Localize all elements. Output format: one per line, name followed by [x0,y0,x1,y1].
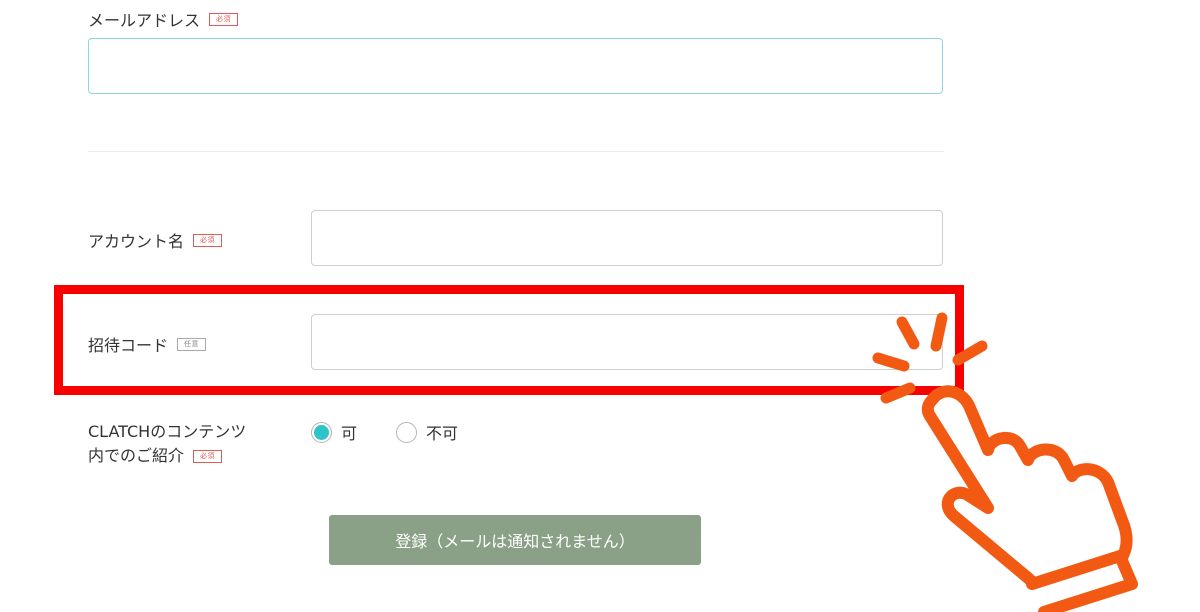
radio-option-allow[interactable]: 可 [311,420,357,444]
email-label-text: メールアドレス [88,11,201,30]
email-input[interactable] [88,38,943,94]
required-badge: 必須 [193,233,223,247]
radio-option-allow-label: 可 [341,424,358,443]
intro-label-line2-row: 内でのご紹介 必須 [88,444,246,468]
section-divider [88,151,944,152]
required-badge: 必須 [193,449,223,463]
intro-label-line1: CLATCHのコンテンツ [88,422,247,441]
invite-code-highlight-box [54,285,964,395]
account-name-label: アカウント名 必須 [88,228,223,252]
account-name-input[interactable] [311,210,943,266]
radio-button-unselected[interactable] [396,421,417,443]
register-button[interactable]: 登録（メールは通知されません） [329,515,701,565]
email-label: メールアドレス 必須 [88,7,239,31]
radio-button-selected[interactable] [311,421,332,443]
account-name-label-text: アカウント名 [88,232,185,251]
intro-permission-label: CLATCHのコンテンツ 内でのご紹介 必須 [88,420,246,468]
intro-label-line2: 内でのご紹介 [88,446,185,465]
hand-pointer-click-icon [872,312,1138,612]
radio-selected-dot [314,424,329,440]
radio-option-deny[interactable]: 不可 [396,420,458,444]
radio-option-deny-label: 不可 [426,424,459,443]
required-badge: 必須 [209,12,239,26]
